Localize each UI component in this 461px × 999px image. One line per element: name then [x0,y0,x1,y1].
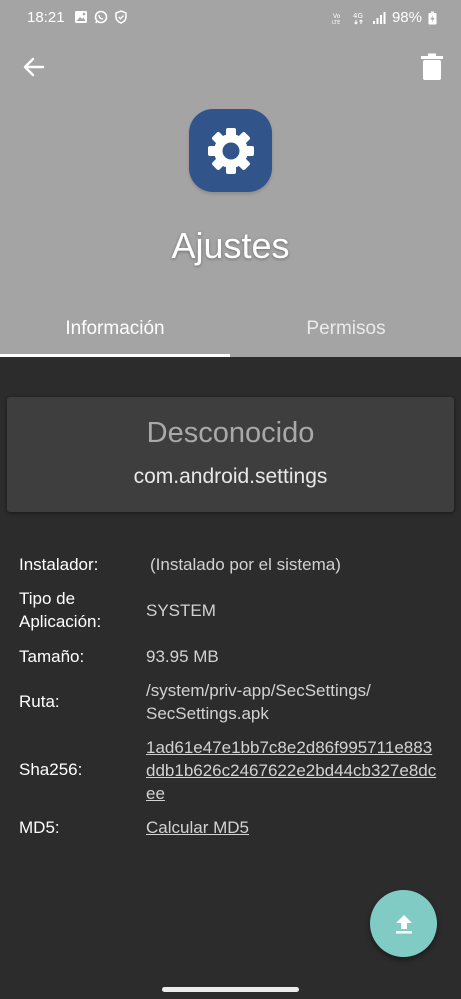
upload-button[interactable] [370,890,437,957]
svg-text:LTE: LTE [332,20,340,25]
sha256-value-line3[interactable]: ee [146,782,165,805]
path-value-line1: /system/priv-app/SecSettings/ [146,681,371,700]
path-label: Ruta: [19,692,60,711]
installer-label: Instalador: [19,555,99,574]
tab-indicator [0,354,230,357]
gallery-icon [75,11,87,23]
trash-icon[interactable] [420,53,444,81]
app-summary-card: Desconocido com.android.settings [7,397,454,512]
data-4g-icon: 4G [353,12,363,24]
app-icon [189,109,272,192]
sha256-value-line2[interactable]: ddb1b626c2467622e2bd44cb327e8dc [146,759,436,782]
package-name: com.android.settings [133,465,328,488]
arrow-left-icon[interactable] [20,53,48,81]
app-type-label-line1: Tipo de [19,589,76,608]
app-name: Ajustes [171,225,290,266]
battery-percent: 98% [391,9,422,26]
tab-bar: Información Permisos [0,300,461,357]
svg-text:Vo: Vo [333,13,341,20]
status-system-icons: Vo LTE 4G 98% [332,9,437,26]
size-label: Tamaño: [19,647,85,666]
tab-permisos[interactable]: Permisos [231,300,461,357]
upload-icon [395,914,412,933]
tab-informacion[interactable]: Información [0,300,230,357]
sha256-label: Sha256: [19,760,83,779]
home-indicator[interactable] [162,987,299,992]
app-type-label-line2: Aplicación: [19,612,102,631]
app-type-value: SYSTEM [146,601,216,620]
shield-icon [115,10,127,24]
status-bar: 18:21 Vo LTE 4G 98% [0,0,461,36]
calculate-md5-link[interactable]: Calcular MD5 [146,816,249,839]
path-value-line2: SecSettings.apk [146,704,269,723]
installer-value: (Instalado por el sistema) [150,555,341,574]
size-value: 93.95 MB [146,647,219,666]
app-status-title: Desconocido [146,417,315,449]
whatsapp-icon [94,10,108,24]
volte-icon: Vo LTE [332,13,341,25]
status-time: 18:21 [27,9,65,26]
app-header: 18:21 Vo LTE 4G 98% Ajustes Información … [0,0,461,357]
sha256-value-line1[interactable]: 1ad61e47e1bb7c8e2d86f995711e883 [146,736,432,759]
status-notification-icons [74,10,128,24]
gear-icon [207,127,254,174]
battery-charging-icon [428,11,437,24]
svg-text:4G: 4G [353,12,363,20]
signal-icon [372,11,386,24]
md5-label: MD5: [19,818,60,837]
